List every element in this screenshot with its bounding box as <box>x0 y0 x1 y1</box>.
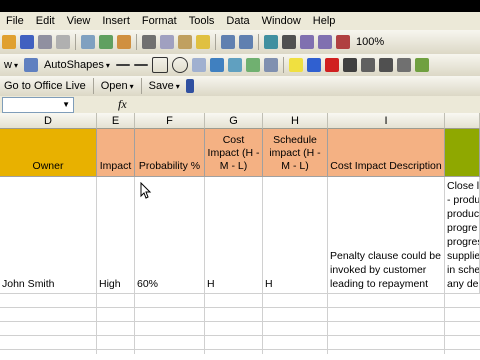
dash-style-icon[interactable] <box>360 58 375 72</box>
header-partial-column[interactable] <box>445 129 480 177</box>
separator <box>282 57 284 73</box>
sort-descending-icon[interactable] <box>318 35 332 49</box>
office-live-toolbar: Go to Office Live Open ▾ Save ▾ <box>0 76 480 97</box>
header-probability[interactable]: Probability % <box>135 129 205 177</box>
chevron-down-icon[interactable]: ▼ <box>62 100 70 109</box>
column-header-e[interactable]: E <box>97 113 135 129</box>
cut-icon[interactable] <box>142 35 156 49</box>
arrow-style-icon[interactable] <box>378 58 393 72</box>
draw-menu[interactable]: w ▾ <box>4 59 18 71</box>
menu-bar: File Edit View Insert Format Tools Data … <box>0 12 480 30</box>
menu-window[interactable]: Window <box>256 15 307 27</box>
separator <box>75 34 76 50</box>
font-color-icon[interactable] <box>324 58 339 72</box>
select-objects-icon[interactable] <box>23 58 38 72</box>
cell-impact[interactable]: High <box>97 177 135 294</box>
separator <box>92 78 94 94</box>
name-box[interactable]: ▼ <box>2 97 74 113</box>
menu-view[interactable]: View <box>61 15 97 27</box>
mouse-pointer-icon <box>140 182 152 199</box>
empty-row[interactable] <box>0 308 480 322</box>
column-header-j[interactable] <box>445 113 480 129</box>
arrow-icon[interactable] <box>133 64 148 66</box>
menu-format[interactable]: Format <box>136 15 183 27</box>
empty-row[interactable] <box>0 336 480 350</box>
menu-help[interactable]: Help <box>307 15 342 27</box>
menu-data[interactable]: Data <box>220 15 255 27</box>
clip-art-icon[interactable] <box>245 58 260 72</box>
copy-icon[interactable] <box>160 35 174 49</box>
undo-icon[interactable] <box>221 35 235 49</box>
redo-icon[interactable] <box>239 35 253 49</box>
rectangle-icon[interactable] <box>151 57 168 73</box>
column-header-f[interactable]: F <box>135 113 205 129</box>
print-icon[interactable] <box>56 35 70 49</box>
cell-schedule-impact[interactable]: H <box>263 177 328 294</box>
save-icon[interactable] <box>20 35 34 49</box>
sort-ascending-icon[interactable] <box>300 35 314 49</box>
formula-bar: ▼ fx <box>0 96 480 114</box>
separator <box>258 34 259 50</box>
gridline <box>204 294 205 354</box>
gridline <box>96 294 97 354</box>
column-header-h[interactable]: H <box>263 113 328 129</box>
cell-partial-column[interactable]: Close l - produ produc progre progres su… <box>445 177 480 294</box>
cell-cost-impact[interactable]: H <box>205 177 263 294</box>
header-cost-impact-description[interactable]: Cost Impact Description <box>328 129 445 177</box>
menu-tools[interactable]: Tools <box>183 15 221 27</box>
empty-row[interactable] <box>0 294 480 308</box>
chart-wizard-icon[interactable] <box>336 35 350 49</box>
header-owner[interactable]: Owner <box>0 129 97 177</box>
gridline <box>444 294 445 354</box>
column-header-g[interactable]: G <box>205 113 263 129</box>
format-painter-icon[interactable] <box>196 35 210 49</box>
separator <box>215 34 216 50</box>
line-icon[interactable] <box>115 64 130 66</box>
standard-toolbar: 100% <box>0 30 480 55</box>
oval-icon[interactable] <box>171 57 188 73</box>
drawing-toolbar: w ▾ AutoShapes ▾ <box>0 54 480 77</box>
header-cost-impact[interactable]: Cost Impact (H - M - L) <box>205 129 263 177</box>
gridline <box>134 294 135 354</box>
fx-label[interactable]: fx <box>118 97 127 112</box>
text-box-icon[interactable] <box>191 58 206 72</box>
print-preview-icon[interactable] <box>81 35 95 49</box>
picture-icon[interactable] <box>263 58 278 72</box>
open-icon[interactable] <box>2 35 16 49</box>
open-button[interactable]: Open ▾ <box>101 80 134 92</box>
diagram-icon[interactable] <box>227 58 242 72</box>
menu-edit[interactable]: Edit <box>30 15 61 27</box>
column-header-d[interactable]: D <box>0 113 97 129</box>
empty-row[interactable] <box>0 322 480 336</box>
zoom-select[interactable]: 100% <box>356 36 384 48</box>
line-color-icon[interactable] <box>306 58 321 72</box>
research-icon[interactable] <box>117 35 131 49</box>
gridline <box>262 294 263 354</box>
line-style-icon[interactable] <box>342 58 357 72</box>
column-header-i[interactable]: I <box>328 113 445 129</box>
save-button[interactable]: Save ▾ <box>149 80 180 92</box>
cell-cost-impact-description[interactable]: Penalty clause could be invoked by custo… <box>328 177 445 294</box>
fill-color-icon[interactable] <box>288 58 303 72</box>
wordart-icon[interactable] <box>209 58 224 72</box>
separator <box>136 34 137 50</box>
shadow-style-icon[interactable] <box>396 58 411 72</box>
permission-icon[interactable] <box>38 35 52 49</box>
office-live-button[interactable]: Go to Office Live <box>4 80 86 92</box>
autosum-icon[interactable] <box>282 35 296 49</box>
autoshapes-menu[interactable]: AutoShapes ▾ <box>44 59 110 71</box>
toolbar-options-icon[interactable] <box>185 79 194 93</box>
header-schedule-impact[interactable]: Schedule impact (H - M - L) <box>263 129 328 177</box>
hyperlink-icon[interactable] <box>264 35 278 49</box>
spreadsheet-grid: Owner Impact Probability % Cost Impact (… <box>0 129 480 360</box>
cell-owner[interactable]: John Smith <box>0 177 97 294</box>
header-impact[interactable]: Impact <box>97 129 135 177</box>
3d-style-icon[interactable] <box>414 58 429 72</box>
gridline <box>327 294 328 354</box>
menu-insert[interactable]: Insert <box>96 15 136 27</box>
spelling-icon[interactable] <box>99 35 113 49</box>
separator <box>140 78 142 94</box>
menu-file[interactable]: File <box>0 15 30 27</box>
paste-icon[interactable] <box>178 35 192 49</box>
